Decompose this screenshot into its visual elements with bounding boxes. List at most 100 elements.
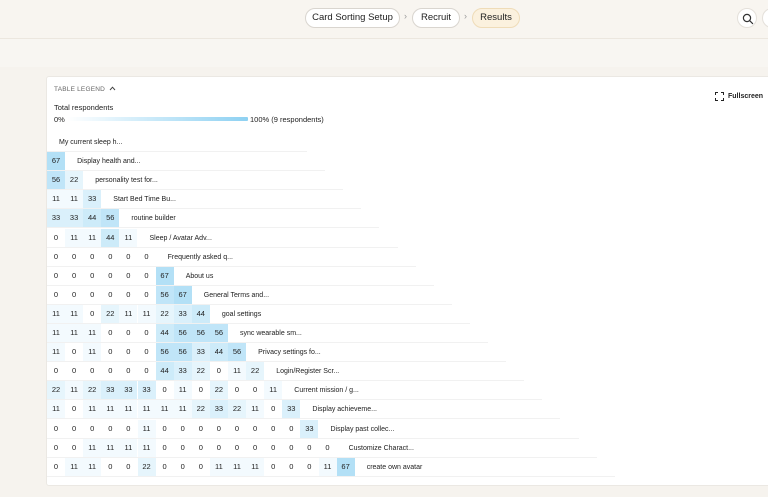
matrix-cell[interactable]: 0 bbox=[83, 362, 102, 381]
matrix-cell[interactable]: 0 bbox=[137, 324, 156, 342]
matrix-cell[interactable]: 0 bbox=[47, 266, 65, 285]
matrix-cell[interactable]: 11 bbox=[137, 304, 156, 323]
matrix-cell[interactable]: 33 bbox=[65, 209, 84, 228]
step-recruit[interactable]: Recruit bbox=[412, 8, 460, 28]
matrix-cell[interactable]: 56 bbox=[101, 209, 120, 228]
matrix-cell[interactable]: 0 bbox=[119, 247, 138, 266]
matrix-cell[interactable]: 0 bbox=[65, 266, 84, 285]
matrix-cell[interactable]: 0 bbox=[137, 266, 156, 285]
matrix-cell[interactable]: 0 bbox=[83, 266, 102, 285]
matrix-cell[interactable]: 0 bbox=[155, 457, 174, 476]
matrix-cell[interactable]: 11 bbox=[228, 362, 246, 381]
matrix-cell[interactable]: 11 bbox=[101, 400, 120, 419]
matrix-cell[interactable]: 11 bbox=[228, 457, 246, 476]
matrix-cell[interactable]: 0 bbox=[119, 324, 138, 342]
matrix-cell[interactable]: 11 bbox=[318, 457, 337, 476]
matrix-cell[interactable]: 0 bbox=[137, 285, 156, 304]
matrix-cell[interactable]: 33 bbox=[173, 362, 192, 381]
matrix-cell[interactable]: 0 bbox=[300, 457, 319, 476]
matrix-cell[interactable]: 0 bbox=[119, 266, 138, 285]
matrix-cell[interactable]: 56 bbox=[155, 285, 174, 304]
matrix-cell[interactable]: 22 bbox=[65, 171, 84, 190]
matrix-cell[interactable]: 0 bbox=[101, 247, 120, 266]
more-button[interactable] bbox=[762, 8, 768, 28]
matrix-cell[interactable]: 0 bbox=[83, 285, 102, 304]
matrix-cell[interactable]: 0 bbox=[264, 400, 283, 419]
matrix-cell[interactable]: 11 bbox=[47, 190, 65, 209]
matrix-cell[interactable]: 0 bbox=[47, 362, 65, 381]
matrix-cell[interactable]: 11 bbox=[137, 400, 156, 419]
matrix-cell[interactable]: 11 bbox=[83, 457, 102, 476]
matrix-cell[interactable]: 11 bbox=[246, 457, 265, 476]
matrix-cell[interactable]: 11 bbox=[137, 438, 156, 457]
matrix-cell[interactable]: 0 bbox=[101, 457, 120, 476]
matrix-cell[interactable]: 0 bbox=[246, 419, 265, 438]
matrix-cell[interactable]: 11 bbox=[209, 457, 228, 476]
matrix-cell[interactable]: 11 bbox=[246, 400, 265, 419]
matrix-cell[interactable]: 11 bbox=[47, 343, 65, 362]
matrix-cell[interactable]: 22 bbox=[155, 304, 174, 323]
matrix-cell[interactable]: 11 bbox=[83, 343, 102, 362]
matrix-cell[interactable]: 0 bbox=[191, 381, 210, 400]
matrix-cell[interactable]: 11 bbox=[173, 381, 192, 400]
matrix-cell[interactable]: 11 bbox=[47, 304, 65, 323]
matrix-cell[interactable]: 11 bbox=[83, 324, 102, 342]
matrix-cell[interactable]: 11 bbox=[65, 381, 84, 400]
matrix-cell[interactable]: 0 bbox=[246, 381, 265, 400]
matrix-cell[interactable]: 11 bbox=[65, 228, 84, 247]
matrix-cell[interactable]: 0 bbox=[101, 419, 120, 438]
matrix-cell[interactable]: 0 bbox=[65, 438, 84, 457]
matrix-cell[interactable]: 67 bbox=[336, 457, 355, 476]
matrix-cell[interactable]: 11 bbox=[47, 324, 65, 342]
matrix-cell[interactable]: 0 bbox=[228, 381, 246, 400]
matrix-cell[interactable]: 0 bbox=[282, 457, 301, 476]
matrix-cell[interactable]: 22 bbox=[209, 381, 228, 400]
matrix-cell[interactable]: 44 bbox=[83, 209, 102, 228]
matrix-cell[interactable]: 0 bbox=[47, 419, 65, 438]
matrix-cell[interactable]: 22 bbox=[137, 457, 156, 476]
matrix-cell[interactable]: 0 bbox=[119, 285, 138, 304]
matrix-cell[interactable]: 0 bbox=[83, 247, 102, 266]
matrix-cell[interactable]: 0 bbox=[209, 419, 228, 438]
matrix-cell[interactable]: 67 bbox=[47, 152, 65, 171]
matrix-cell[interactable]: 0 bbox=[119, 419, 138, 438]
matrix-cell[interactable]: 11 bbox=[155, 400, 174, 419]
matrix-cell[interactable]: 67 bbox=[173, 285, 192, 304]
matrix-cell[interactable]: 22 bbox=[47, 381, 65, 400]
matrix-cell[interactable]: 56 bbox=[228, 343, 246, 362]
matrix-cell[interactable]: 33 bbox=[83, 190, 102, 209]
matrix-cell[interactable]: 11 bbox=[173, 400, 192, 419]
matrix-cell[interactable]: 0 bbox=[65, 343, 84, 362]
matrix-cell[interactable]: 0 bbox=[101, 266, 120, 285]
matrix-cell[interactable]: 44 bbox=[191, 304, 210, 323]
matrix-cell[interactable]: 0 bbox=[228, 419, 246, 438]
matrix-cell[interactable]: 0 bbox=[119, 362, 138, 381]
matrix-cell[interactable]: 0 bbox=[209, 438, 228, 457]
matrix-cell[interactable]: 33 bbox=[137, 381, 156, 400]
step-results[interactable]: Results bbox=[472, 8, 520, 28]
matrix-cell[interactable]: 44 bbox=[155, 324, 174, 342]
matrix-cell[interactable]: 11 bbox=[47, 400, 65, 419]
table-legend-toggle[interactable]: TABLE LEGEND bbox=[54, 86, 116, 93]
fullscreen-button[interactable]: Fullscreen bbox=[715, 92, 763, 101]
matrix-cell[interactable]: 0 bbox=[228, 438, 246, 457]
matrix-cell[interactable]: 0 bbox=[155, 438, 174, 457]
matrix-cell[interactable]: 33 bbox=[209, 400, 228, 419]
matrix-cell[interactable]: 56 bbox=[173, 343, 192, 362]
matrix-cell[interactable]: 0 bbox=[47, 457, 65, 476]
matrix-cell[interactable]: 11 bbox=[137, 419, 156, 438]
matrix-cell[interactable]: 0 bbox=[282, 419, 301, 438]
matrix-cell[interactable]: 0 bbox=[65, 247, 84, 266]
matrix-cell[interactable]: 67 bbox=[155, 266, 174, 285]
matrix-cell[interactable]: 11 bbox=[65, 304, 84, 323]
matrix-cell[interactable]: 56 bbox=[209, 324, 228, 342]
search-button[interactable] bbox=[737, 8, 757, 28]
matrix-cell[interactable]: 33 bbox=[119, 381, 138, 400]
matrix-cell[interactable]: 11 bbox=[119, 304, 138, 323]
matrix-cell[interactable]: 33 bbox=[47, 209, 65, 228]
matrix-cell[interactable]: 33 bbox=[101, 381, 120, 400]
matrix-cell[interactable]: 11 bbox=[83, 228, 102, 247]
matrix-cell[interactable]: 11 bbox=[65, 457, 84, 476]
matrix-cell[interactable]: 33 bbox=[300, 419, 319, 438]
matrix-cell[interactable]: 0 bbox=[83, 419, 102, 438]
